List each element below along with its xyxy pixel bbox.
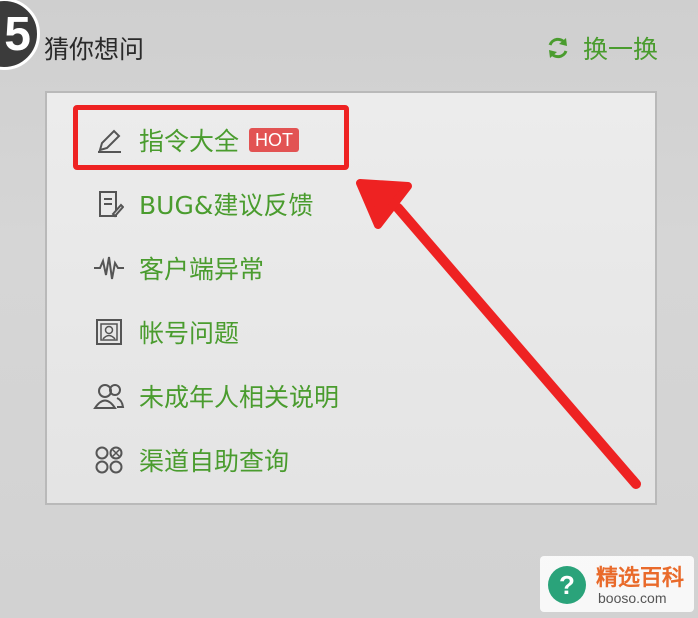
watermark: ? 精选百科 booso.com [540, 556, 694, 612]
watermark-logo: ? [548, 566, 586, 604]
watermark-url: booso.com [598, 590, 667, 606]
watermark-site-name: 精选百科 [596, 566, 685, 591]
red-arrow-annotation [356, 179, 641, 489]
